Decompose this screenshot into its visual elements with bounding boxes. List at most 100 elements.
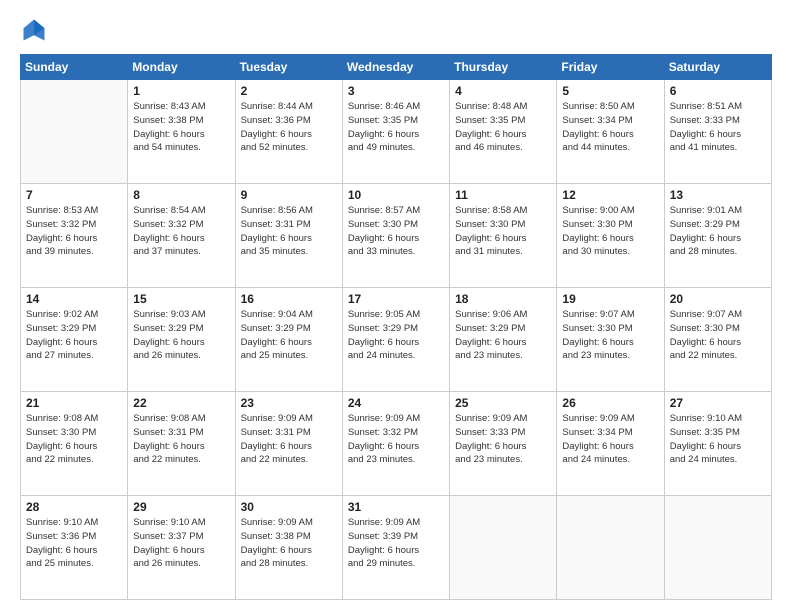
calendar-cell: 30 Sunrise: 9:09 AMSunset: 3:38 PMDayligh…	[235, 496, 342, 600]
day-info: Sunrise: 9:07 AMSunset: 3:30 PMDaylight:…	[670, 308, 766, 363]
calendar-cell: 16 Sunrise: 9:04 AMSunset: 3:29 PMDayligh…	[235, 288, 342, 392]
calendar-cell: 28 Sunrise: 9:10 AMSunset: 3:36 PMDayligh…	[21, 496, 128, 600]
page: SundayMondayTuesdayWednesdayThursdayFrid…	[0, 0, 792, 612]
header	[20, 16, 772, 44]
calendar-cell: 11Sunrise: 8:58 AMSunset: 3:30 PMDayligh…	[450, 184, 557, 288]
day-info: Sunrise: 8:50 AMSunset: 3:34 PMDaylight:…	[562, 100, 658, 155]
calendar-week-row: 7 Sunrise: 8:53 AMSunset: 3:32 PMDaylight…	[21, 184, 772, 288]
day-info: Sunrise: 9:08 AMSunset: 3:30 PMDaylight:…	[26, 412, 122, 467]
weekday-header-sunday: Sunday	[21, 55, 128, 80]
day-number: 31	[348, 500, 444, 514]
day-number: 27	[670, 396, 766, 410]
weekday-header-saturday: Saturday	[664, 55, 771, 80]
calendar-week-row: 28 Sunrise: 9:10 AMSunset: 3:36 PMDayligh…	[21, 496, 772, 600]
day-number: 18	[455, 292, 551, 306]
day-number: 7	[26, 188, 122, 202]
day-info: Sunrise: 9:02 AMSunset: 3:29 PMDaylight:…	[26, 308, 122, 363]
calendar-cell: 5 Sunrise: 8:50 AMSunset: 3:34 PMDaylight…	[557, 80, 664, 184]
weekday-header-friday: Friday	[557, 55, 664, 80]
day-info: Sunrise: 9:10 AMSunset: 3:36 PMDaylight:…	[26, 516, 122, 571]
weekday-header-monday: Monday	[128, 55, 235, 80]
calendar-cell: 20 Sunrise: 9:07 AMSunset: 3:30 PMDayligh…	[664, 288, 771, 392]
day-number: 29	[133, 500, 229, 514]
day-number: 28	[26, 500, 122, 514]
weekday-header-wednesday: Wednesday	[342, 55, 449, 80]
day-number: 19	[562, 292, 658, 306]
day-info: Sunrise: 9:09 AMSunset: 3:38 PMDaylight:…	[241, 516, 337, 571]
day-number: 5	[562, 84, 658, 98]
calendar-cell: 29Sunrise: 9:10 AMSunset: 3:37 PMDayligh…	[128, 496, 235, 600]
calendar-cell: 8 Sunrise: 8:54 AMSunset: 3:32 PMDaylight…	[128, 184, 235, 288]
logo-icon	[20, 16, 48, 44]
calendar-cell: 31 Sunrise: 9:09 AMSunset: 3:39 PMDayligh…	[342, 496, 449, 600]
calendar-cell: 12 Sunrise: 9:00 AMSunset: 3:30 PMDayligh…	[557, 184, 664, 288]
calendar-cell: 14Sunrise: 9:02 AMSunset: 3:29 PMDayligh…	[21, 288, 128, 392]
day-info: Sunrise: 9:01 AMSunset: 3:29 PMDaylight:…	[670, 204, 766, 259]
calendar-week-row: 1 Sunrise: 8:43 AMSunset: 3:38 PMDaylight…	[21, 80, 772, 184]
day-info: Sunrise: 9:00 AMSunset: 3:30 PMDaylight:…	[562, 204, 658, 259]
calendar-cell	[450, 496, 557, 600]
calendar-cell: 15 Sunrise: 9:03 AMSunset: 3:29 PMDayligh…	[128, 288, 235, 392]
logo	[20, 16, 52, 44]
day-number: 12	[562, 188, 658, 202]
calendar-cell: 23 Sunrise: 9:09 AMSunset: 3:31 PMDayligh…	[235, 392, 342, 496]
day-number: 17	[348, 292, 444, 306]
day-info: Sunrise: 9:09 AMSunset: 3:32 PMDaylight:…	[348, 412, 444, 467]
day-info: Sunrise: 9:09 AMSunset: 3:39 PMDaylight:…	[348, 516, 444, 571]
day-info: Sunrise: 8:53 AMSunset: 3:32 PMDaylight:…	[26, 204, 122, 259]
day-number: 22	[133, 396, 229, 410]
day-number: 4	[455, 84, 551, 98]
calendar-cell: 26 Sunrise: 9:09 AMSunset: 3:34 PMDayligh…	[557, 392, 664, 496]
calendar-cell	[557, 496, 664, 600]
day-info: Sunrise: 8:54 AMSunset: 3:32 PMDaylight:…	[133, 204, 229, 259]
calendar-cell	[664, 496, 771, 600]
day-info: Sunrise: 9:08 AMSunset: 3:31 PMDaylight:…	[133, 412, 229, 467]
calendar-cell: 21Sunrise: 9:08 AMSunset: 3:30 PMDayligh…	[21, 392, 128, 496]
calendar-cell: 10 Sunrise: 8:57 AMSunset: 3:30 PMDayligh…	[342, 184, 449, 288]
day-number: 20	[670, 292, 766, 306]
day-number: 2	[241, 84, 337, 98]
day-info: Sunrise: 9:05 AMSunset: 3:29 PMDaylight:…	[348, 308, 444, 363]
calendar-cell: 27 Sunrise: 9:10 AMSunset: 3:35 PMDayligh…	[664, 392, 771, 496]
day-info: Sunrise: 8:44 AMSunset: 3:36 PMDaylight:…	[241, 100, 337, 155]
calendar-cell: 3Sunrise: 8:46 AMSunset: 3:35 PMDaylight…	[342, 80, 449, 184]
calendar-cell: 9 Sunrise: 8:56 AMSunset: 3:31 PMDaylight…	[235, 184, 342, 288]
day-info: Sunrise: 8:57 AMSunset: 3:30 PMDaylight:…	[348, 204, 444, 259]
day-number: 8	[133, 188, 229, 202]
day-number: 6	[670, 84, 766, 98]
day-number: 16	[241, 292, 337, 306]
day-info: Sunrise: 8:46 AMSunset: 3:35 PMDaylight:…	[348, 100, 444, 155]
day-info: Sunrise: 9:03 AMSunset: 3:29 PMDaylight:…	[133, 308, 229, 363]
day-number: 30	[241, 500, 337, 514]
calendar-cell: 2 Sunrise: 8:44 AMSunset: 3:36 PMDaylight…	[235, 80, 342, 184]
day-number: 9	[241, 188, 337, 202]
day-info: Sunrise: 8:51 AMSunset: 3:33 PMDaylight:…	[670, 100, 766, 155]
calendar-cell: 6 Sunrise: 8:51 AMSunset: 3:33 PMDaylight…	[664, 80, 771, 184]
calendar-cell: 18 Sunrise: 9:06 AMSunset: 3:29 PMDayligh…	[450, 288, 557, 392]
day-number: 11	[455, 188, 551, 202]
day-number: 23	[241, 396, 337, 410]
calendar-week-row: 21Sunrise: 9:08 AMSunset: 3:30 PMDayligh…	[21, 392, 772, 496]
calendar-cell: 19Sunrise: 9:07 AMSunset: 3:30 PMDayligh…	[557, 288, 664, 392]
day-info: Sunrise: 8:56 AMSunset: 3:31 PMDaylight:…	[241, 204, 337, 259]
day-info: Sunrise: 9:10 AMSunset: 3:35 PMDaylight:…	[670, 412, 766, 467]
day-number: 10	[348, 188, 444, 202]
day-info: Sunrise: 9:09 AMSunset: 3:34 PMDaylight:…	[562, 412, 658, 467]
day-info: Sunrise: 9:09 AMSunset: 3:31 PMDaylight:…	[241, 412, 337, 467]
day-info: Sunrise: 9:04 AMSunset: 3:29 PMDaylight:…	[241, 308, 337, 363]
calendar-cell: 4Sunrise: 8:48 AMSunset: 3:35 PMDaylight…	[450, 80, 557, 184]
calendar-cell: 17 Sunrise: 9:05 AMSunset: 3:29 PMDayligh…	[342, 288, 449, 392]
day-number: 24	[348, 396, 444, 410]
calendar-table: SundayMondayTuesdayWednesdayThursdayFrid…	[20, 54, 772, 600]
day-number: 15	[133, 292, 229, 306]
weekday-header-thursday: Thursday	[450, 55, 557, 80]
calendar-cell: 22 Sunrise: 9:08 AMSunset: 3:31 PMDayligh…	[128, 392, 235, 496]
day-number: 1	[133, 84, 229, 98]
calendar-cell: 24 Sunrise: 9:09 AMSunset: 3:32 PMDayligh…	[342, 392, 449, 496]
calendar-week-row: 14Sunrise: 9:02 AMSunset: 3:29 PMDayligh…	[21, 288, 772, 392]
calendar-cell: 1 Sunrise: 8:43 AMSunset: 3:38 PMDaylight…	[128, 80, 235, 184]
day-info: Sunrise: 9:06 AMSunset: 3:29 PMDaylight:…	[455, 308, 551, 363]
day-info: Sunrise: 8:43 AMSunset: 3:38 PMDaylight:…	[133, 100, 229, 155]
day-info: Sunrise: 9:09 AMSunset: 3:33 PMDaylight:…	[455, 412, 551, 467]
day-number: 26	[562, 396, 658, 410]
